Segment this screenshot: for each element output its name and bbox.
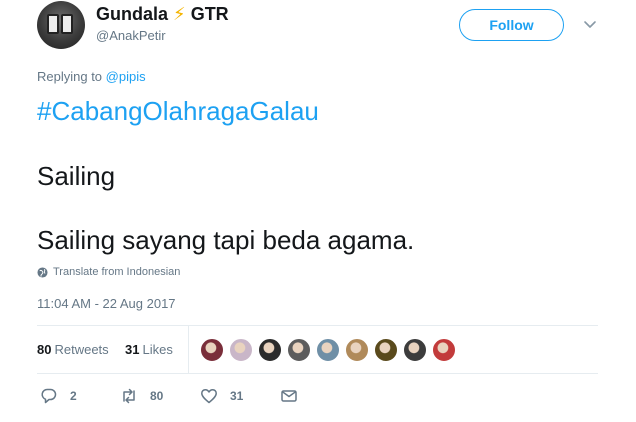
globe-icon — [37, 266, 48, 278]
lightning-emoji: ⚡ — [173, 4, 186, 24]
liker-avatar[interactable] — [432, 338, 456, 362]
retweets-count: 80 — [37, 342, 52, 357]
liker-avatar[interactable] — [287, 338, 311, 362]
envelope-icon — [281, 390, 297, 402]
divider-top — [37, 325, 598, 326]
heart-icon — [201, 388, 217, 404]
tweet-timestamp[interactable]: 11:04 AM - 22 Aug 2017 — [37, 296, 176, 311]
liker-avatar[interactable] — [345, 338, 369, 362]
likes-count: 31 — [125, 342, 140, 357]
reply-button[interactable]: 2 — [40, 387, 77, 405]
stats-separator — [188, 326, 189, 373]
liker-avatar[interactable] — [200, 338, 224, 362]
like-count: 31 — [230, 389, 244, 403]
retweets-stat[interactable]: 80 Retweets — [37, 342, 109, 357]
author-display-name[interactable]: Gundala ⚡ GTR — [96, 4, 229, 25]
author-handle[interactable]: @AnakPetir — [96, 28, 166, 43]
direct-message-button[interactable] — [280, 387, 310, 405]
likes-stat[interactable]: 31 Likes — [125, 342, 173, 357]
like-button[interactable]: 31 — [200, 387, 243, 405]
replying-to: Replying to @pipis — [37, 69, 146, 84]
tweet-text-line-1: Sailing — [37, 161, 116, 191]
author-name-suffix: GTR — [190, 4, 229, 24]
liker-avatar[interactable] — [316, 338, 340, 362]
retweet-count: 80 — [150, 389, 164, 403]
reply-count: 2 — [70, 389, 77, 403]
chevron-down-icon[interactable] — [582, 16, 598, 32]
reply-mention-link[interactable]: @pipis — [106, 69, 146, 84]
tweet-hashtag-link[interactable]: #CabangOlahragaGalau — [37, 96, 319, 127]
liker-avatar[interactable] — [258, 338, 282, 362]
replying-prefix: Replying to — [37, 69, 103, 84]
author-name: Gundala — [96, 4, 169, 24]
author-avatar[interactable] — [37, 1, 85, 49]
avatar-tile-right — [61, 14, 73, 34]
divider-bottom — [37, 373, 598, 374]
liker-avatar[interactable] — [403, 338, 427, 362]
follow-button[interactable]: Follow — [459, 9, 564, 41]
liker-avatar[interactable] — [374, 338, 398, 362]
avatar-tile-left — [47, 14, 59, 34]
retweets-label: Retweets — [54, 342, 109, 357]
reply-icon — [41, 388, 57, 404]
retweet-icon — [123, 388, 135, 404]
translate-link[interactable]: Translate from Indonesian — [37, 266, 180, 278]
tweet-text-line-2: Sailing sayang tapi beda agama. — [37, 225, 415, 255]
likes-label: Likes — [142, 342, 173, 357]
translate-label: Translate from Indonesian — [53, 266, 181, 278]
retweet-button[interactable]: 80 — [120, 387, 163, 405]
liker-avatar[interactable] — [229, 338, 253, 362]
